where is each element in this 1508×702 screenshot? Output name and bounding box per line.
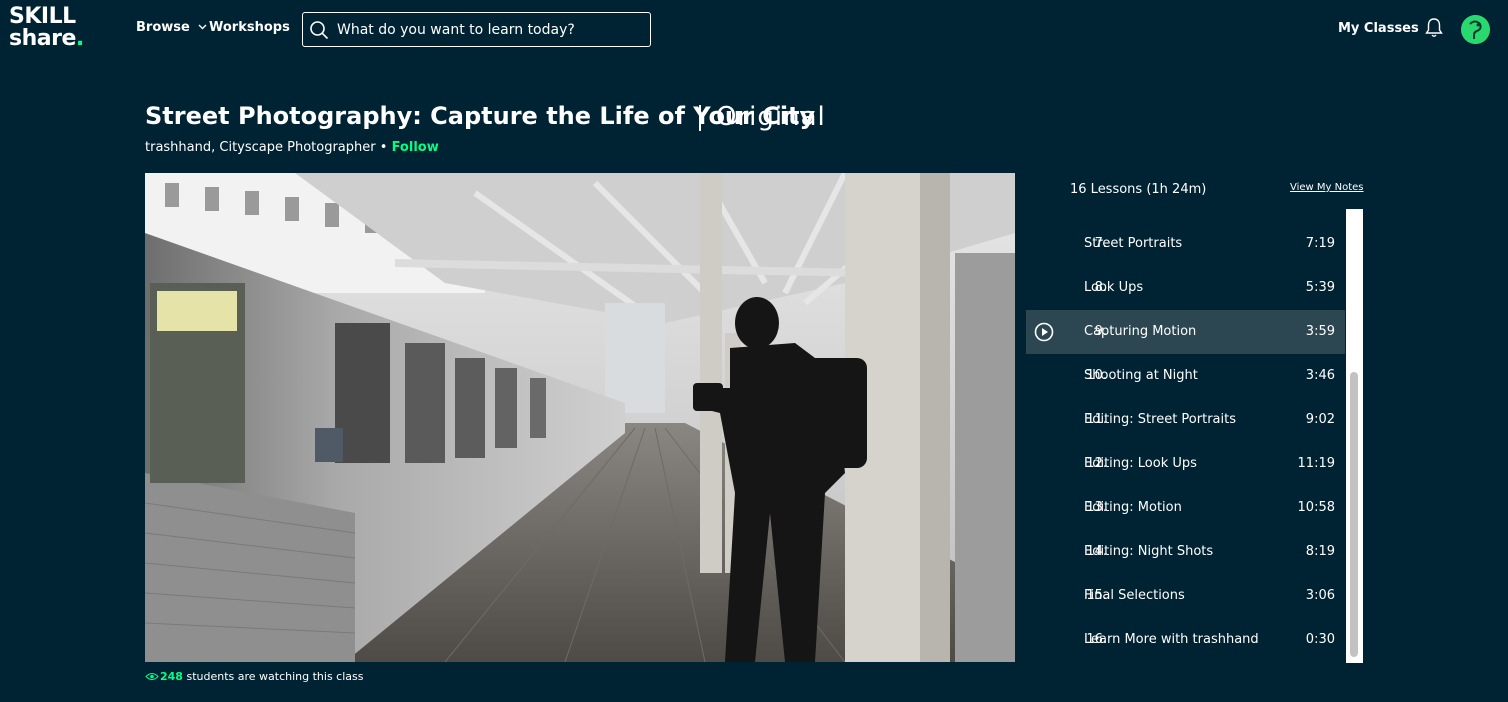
bell-icon[interactable] <box>1424 17 1444 39</box>
lesson-title: Editing: Look Ups <box>1084 456 1197 471</box>
lesson-title: Street Portraits <box>1084 236 1183 251</box>
avatar-icon <box>1461 15 1490 44</box>
lesson-item-14[interactable]: 14. Editing: Night Shots 8:19 <box>1026 530 1345 574</box>
watching-indicator: 248 students are watching this class <box>145 670 363 683</box>
follow-button[interactable]: Follow <box>392 140 439 155</box>
lesson-item-13[interactable]: 13. Editing: Motion 10:58 <box>1026 486 1345 530</box>
play-circle-icon <box>1034 322 1054 342</box>
video-player[interactable] <box>145 173 1015 662</box>
lesson-item-12[interactable]: 12. Editing: Look Ups 11:19 <box>1026 442 1345 486</box>
lesson-duration: 8:19 <box>1305 544 1335 559</box>
lesson-item-15[interactable]: 15. Final Selections 3:06 <box>1026 574 1345 618</box>
watching-count: 248 <box>160 670 183 683</box>
lesson-title: Editing: Street Portraits <box>1084 412 1236 427</box>
logo-line-2: share <box>9 26 76 51</box>
search-bar[interactable] <box>302 12 651 47</box>
workshops-link[interactable]: Workshops <box>209 20 290 35</box>
lesson-duration: 3:46 <box>1305 368 1335 383</box>
lesson-title: Editing: Night Shots <box>1084 544 1214 559</box>
lesson-duration: 7:19 <box>1305 236 1335 251</box>
logo-dot: . <box>75 26 84 51</box>
lesson-item-9-active[interactable]: 9. Capturing Motion 3:59 <box>1026 310 1345 354</box>
lessons-summary: 16 Lessons (1h 24m) <box>1070 182 1207 197</box>
video-frame-image <box>145 173 1015 662</box>
lesson-duration: 5:39 <box>1305 280 1335 295</box>
lesson-item-8[interactable]: 8. Look Ups 5:39 <box>1026 266 1345 310</box>
lesson-list-scrollbar[interactable] <box>1346 209 1363 663</box>
lesson-item-16[interactable]: 16. Learn More with trashhand 0:30 <box>1026 618 1345 662</box>
teacher-line: trashhand, Cityscape Photographer • Foll… <box>145 140 439 155</box>
lesson-duration: 10:58 <box>1297 500 1335 515</box>
original-badge: Original <box>716 102 826 132</box>
search-input[interactable] <box>337 21 627 38</box>
class-title: Street Photography: Capture the Life of … <box>145 102 816 130</box>
search-icon <box>310 20 329 39</box>
title-divider <box>699 105 701 131</box>
lesson-duration: 3:59 <box>1305 324 1335 339</box>
scrollbar-thumb[interactable] <box>1350 372 1358 657</box>
lesson-item-10[interactable]: 10. Shooting at Night 3:46 <box>1026 354 1345 398</box>
browse-menu[interactable]: Browse <box>136 20 207 35</box>
skillshare-logo[interactable]: SKILL share. <box>9 6 84 50</box>
lesson-title: Learn More with trashhand <box>1084 632 1259 647</box>
chevron-down-icon <box>198 24 207 30</box>
browse-label: Browse <box>136 20 190 35</box>
logo-line-1: SKILL <box>9 4 76 29</box>
separator-dot: • <box>379 140 388 155</box>
view-my-notes-link[interactable]: View My Notes <box>1290 182 1364 193</box>
lesson-title: Look Ups <box>1084 280 1144 295</box>
watching-text: students are watching this class <box>186 670 364 683</box>
original-label: Original <box>716 102 826 132</box>
lesson-title: Editing: Motion <box>1084 500 1182 515</box>
lesson-title: Capturing Motion <box>1084 324 1197 339</box>
lesson-item-7[interactable]: 7. Street Portraits 7:19 <box>1026 222 1345 266</box>
teacher-name[interactable]: trashhand, Cityscape Photographer <box>145 140 376 155</box>
lesson-list: 7. Street Portraits 7:19 8. Look Ups 5:3… <box>1026 222 1346 662</box>
lesson-duration: 9:02 <box>1305 412 1335 427</box>
lesson-duration: 0:30 <box>1305 632 1335 647</box>
eye-icon <box>145 673 159 680</box>
lesson-title: Shooting at Night <box>1084 368 1198 383</box>
lesson-title: Final Selections <box>1084 588 1185 603</box>
avatar[interactable] <box>1461 15 1490 44</box>
lesson-duration: 11:19 <box>1297 456 1335 471</box>
my-classes-link[interactable]: My Classes <box>1338 21 1419 36</box>
lesson-item-11[interactable]: 11. Editing: Street Portraits 9:02 <box>1026 398 1345 442</box>
lesson-duration: 3:06 <box>1305 588 1335 603</box>
